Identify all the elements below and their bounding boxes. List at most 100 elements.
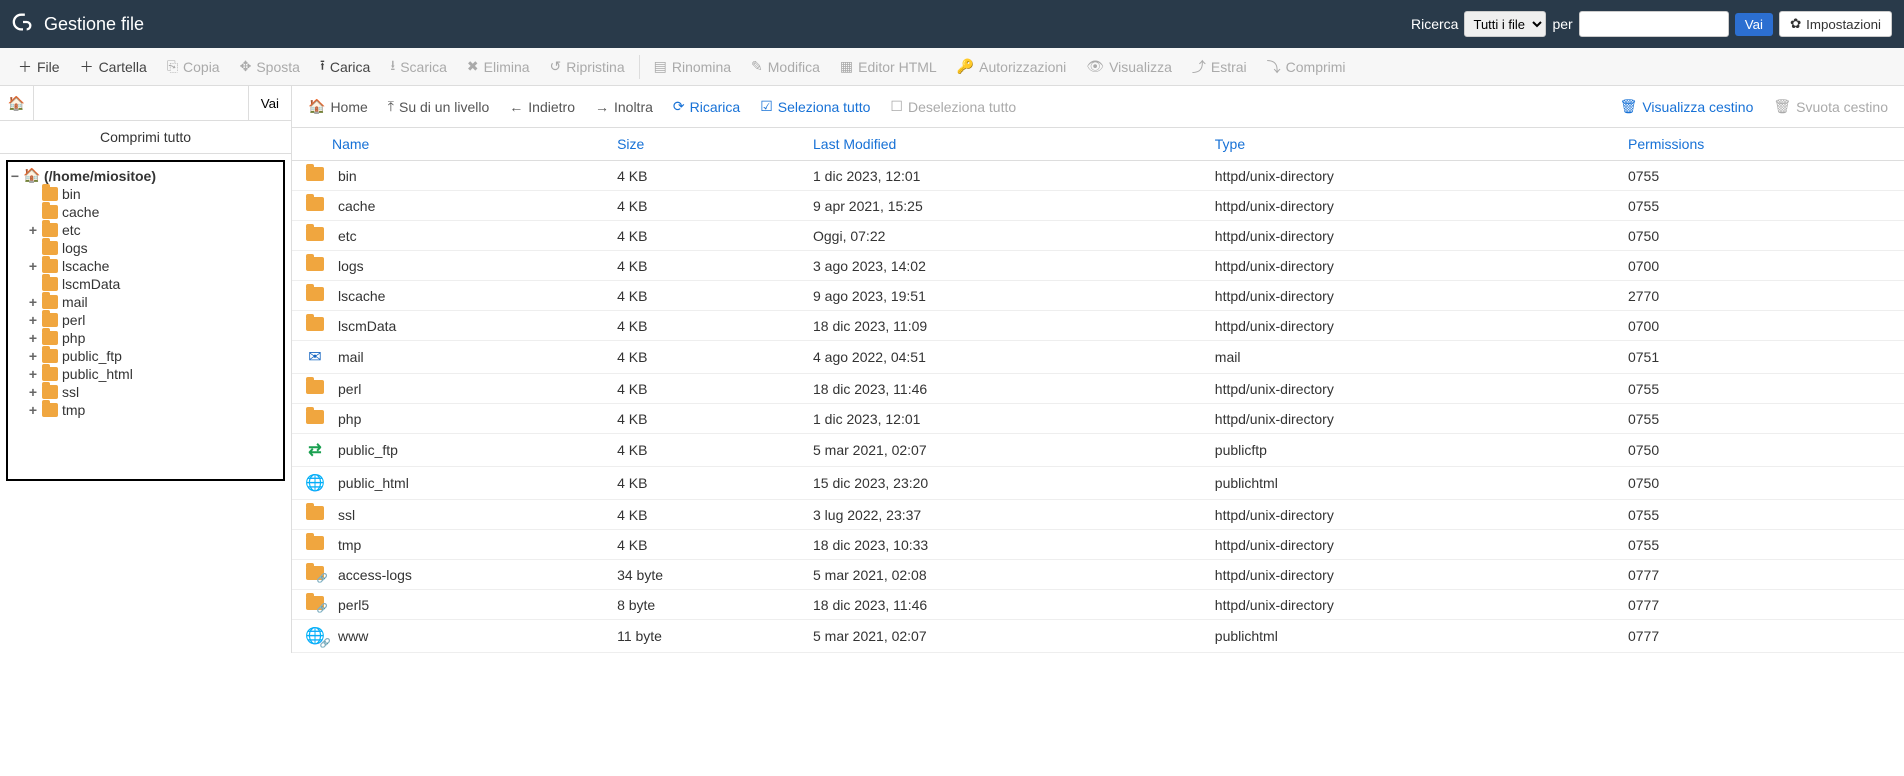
- edit-button[interactable]: ✎Modifica: [741, 48, 830, 86]
- permissions-button[interactable]: 🔑Autorizzazioni: [947, 48, 1077, 86]
- search-input[interactable]: [1579, 11, 1729, 37]
- cell-name: logs: [328, 251, 607, 281]
- expand-icon[interactable]: +: [28, 348, 38, 364]
- file-icon-cell: ⇄: [292, 434, 328, 467]
- back-icon: ←: [509, 99, 523, 115]
- table-row[interactable]: perl58 byte18 dic 2023, 11:46httpd/unix-…: [292, 590, 1904, 620]
- expand-icon[interactable]: +: [28, 330, 38, 346]
- file-icon-cell: [292, 374, 328, 404]
- extract-button[interactable]: ⤴Estrai: [1182, 48, 1257, 86]
- delete-button[interactable]: ✖Elimina: [457, 48, 540, 86]
- home-button[interactable]: 🏠: [0, 86, 34, 120]
- upload-button[interactable]: ⭱Carica: [310, 48, 380, 86]
- folder-icon: [42, 313, 58, 327]
- move-button[interactable]: ✥Sposta: [230, 48, 310, 86]
- path-go-button[interactable]: Vai: [248, 86, 291, 120]
- collapse-icon[interactable]: −: [10, 168, 20, 184]
- table-row[interactable]: perl4 KB18 dic 2023, 11:46httpd/unix-dir…: [292, 374, 1904, 404]
- cell-name: etc: [328, 221, 607, 251]
- table-row[interactable]: ssl4 KB3 lug 2022, 23:37httpd/unix-direc…: [292, 500, 1904, 530]
- rename-button[interactable]: ▤Rinomina: [644, 48, 741, 86]
- expand-icon[interactable]: +: [28, 384, 38, 400]
- tree-item-etc[interactable]: +etc: [28, 221, 281, 239]
- folder-icon: [42, 277, 58, 291]
- download-button[interactable]: ⭳Scarica: [380, 48, 457, 86]
- tree-item-label: logs: [62, 240, 88, 256]
- nav-forward-button[interactable]: →Inoltra: [585, 99, 663, 115]
- table-row[interactable]: php4 KB1 dic 2023, 12:01httpd/unix-direc…: [292, 404, 1904, 434]
- col-size[interactable]: Size: [607, 128, 803, 161]
- col-modified[interactable]: Last Modified: [803, 128, 1205, 161]
- table-row[interactable]: access-logs34 byte5 mar 2021, 02:08httpd…: [292, 560, 1904, 590]
- tree-item-tmp[interactable]: +tmp: [28, 401, 281, 419]
- tree-item-label: public_ftp: [62, 348, 122, 364]
- ftp-icon: ⇄: [308, 442, 321, 459]
- col-type[interactable]: Type: [1205, 128, 1618, 161]
- path-input[interactable]: [34, 86, 248, 120]
- search-go-button[interactable]: Vai: [1735, 13, 1773, 36]
- expand-icon[interactable]: +: [28, 312, 38, 328]
- nav-reload-button[interactable]: ⟳Ricarica: [663, 98, 750, 115]
- tree-item-public_html[interactable]: +public_html: [28, 365, 281, 383]
- restore-button[interactable]: ↺Ripristina: [540, 48, 635, 86]
- tree-item-bin[interactable]: bin: [28, 185, 281, 203]
- tree-item-lscache[interactable]: +lscache: [28, 257, 281, 275]
- col-perms[interactable]: Permissions: [1618, 128, 1904, 161]
- table-row[interactable]: tmp4 KB18 dic 2023, 10:33httpd/unix-dire…: [292, 530, 1904, 560]
- cell-modified: 15 dic 2023, 23:20: [803, 467, 1205, 500]
- tree-item-logs[interactable]: logs: [28, 239, 281, 257]
- html-editor-button[interactable]: ▦Editor HTML: [830, 48, 947, 86]
- table-row[interactable]: lscmData4 KB18 dic 2023, 11:09httpd/unix…: [292, 311, 1904, 341]
- table-row[interactable]: 🌐www11 byte5 mar 2021, 02:07publichtml07…: [292, 620, 1904, 653]
- tree-item-php[interactable]: +php: [28, 329, 281, 347]
- empty-trash-button[interactable]: 🗑Svuota cestino: [1763, 98, 1898, 115]
- table-row[interactable]: logs4 KB3 ago 2023, 14:02httpd/unix-dire…: [292, 251, 1904, 281]
- cell-modified: 5 mar 2021, 02:07: [803, 620, 1205, 653]
- nav-back-button[interactable]: ←Indietro: [499, 99, 585, 115]
- tree-item-lscmData[interactable]: lscmData: [28, 275, 281, 293]
- file-icon-cell: [292, 221, 328, 251]
- tree-item-ssl[interactable]: +ssl: [28, 383, 281, 401]
- expand-icon[interactable]: +: [28, 222, 38, 238]
- nav-home-button[interactable]: 🏠Home: [298, 98, 378, 115]
- tree-item-mail[interactable]: +mail: [28, 293, 281, 311]
- gear-icon: ✿: [1790, 16, 1801, 32]
- folder-icon: [306, 380, 324, 394]
- expand-icon[interactable]: +: [28, 402, 38, 418]
- nav-up-button[interactable]: ⤒Su di un livello: [378, 98, 499, 115]
- table-row[interactable]: ⇄public_ftp4 KB5 mar 2021, 02:07publicft…: [292, 434, 1904, 467]
- collapse-all-button[interactable]: Comprimi tutto: [0, 121, 291, 154]
- new-file-button[interactable]: ＋File: [8, 48, 70, 86]
- tree-item-public_ftp[interactable]: + public_ftp: [28, 347, 281, 365]
- copy-button[interactable]: ⎘Copia: [157, 48, 230, 86]
- settings-button[interactable]: ✿ Impostazioni: [1779, 11, 1892, 37]
- compress-button[interactable]: ⤵Comprimi: [1257, 48, 1356, 86]
- file-icon-cell: [292, 251, 328, 281]
- nav-deselect-all-button[interactable]: ☐Deseleziona tutto: [880, 98, 1026, 115]
- search-scope-select[interactable]: Tutti i file: [1464, 11, 1546, 37]
- tree-item-perl[interactable]: +perl: [28, 311, 281, 329]
- cell-size: 4 KB: [607, 161, 803, 191]
- nav-select-all-button[interactable]: ☑Seleziona tutto: [750, 98, 880, 115]
- tree-root[interactable]: − 🏠 (/home/miositoe): [10, 166, 281, 185]
- expand-icon[interactable]: +: [28, 366, 38, 382]
- view-trash-button[interactable]: 🗑Visualizza cestino: [1610, 98, 1764, 115]
- table-row[interactable]: cache4 KB9 apr 2021, 15:25httpd/unix-dir…: [292, 191, 1904, 221]
- settings-label: Impostazioni: [1806, 17, 1881, 32]
- expand-icon[interactable]: +: [28, 258, 38, 274]
- col-name[interactable]: Name: [292, 128, 607, 161]
- table-row[interactable]: ✉mail4 KB4 ago 2022, 04:51mail0751: [292, 341, 1904, 374]
- cell-type: httpd/unix-directory: [1205, 311, 1618, 341]
- tree-item-cache[interactable]: cache: [28, 203, 281, 221]
- trash-icon: 🗑: [1620, 98, 1638, 115]
- cell-modified: 9 apr 2021, 15:25: [803, 191, 1205, 221]
- table-row[interactable]: lscache4 KB9 ago 2023, 19:51httpd/unix-d…: [292, 281, 1904, 311]
- view-button[interactable]: 👁Visualizza: [1076, 48, 1182, 86]
- cell-type: publichtml: [1205, 467, 1618, 500]
- new-folder-button[interactable]: ＋Cartella: [70, 48, 157, 86]
- main-toolbar: ＋File ＋Cartella ⎘Copia ✥Sposta ⭱Carica ⭳…: [0, 48, 1904, 86]
- table-row[interactable]: etc4 KBOggi, 07:22httpd/unix-directory07…: [292, 221, 1904, 251]
- table-row[interactable]: 🌐public_html4 KB15 dic 2023, 23:20public…: [292, 467, 1904, 500]
- table-row[interactable]: bin4 KB1 dic 2023, 12:01httpd/unix-direc…: [292, 161, 1904, 191]
- expand-icon[interactable]: +: [28, 294, 38, 310]
